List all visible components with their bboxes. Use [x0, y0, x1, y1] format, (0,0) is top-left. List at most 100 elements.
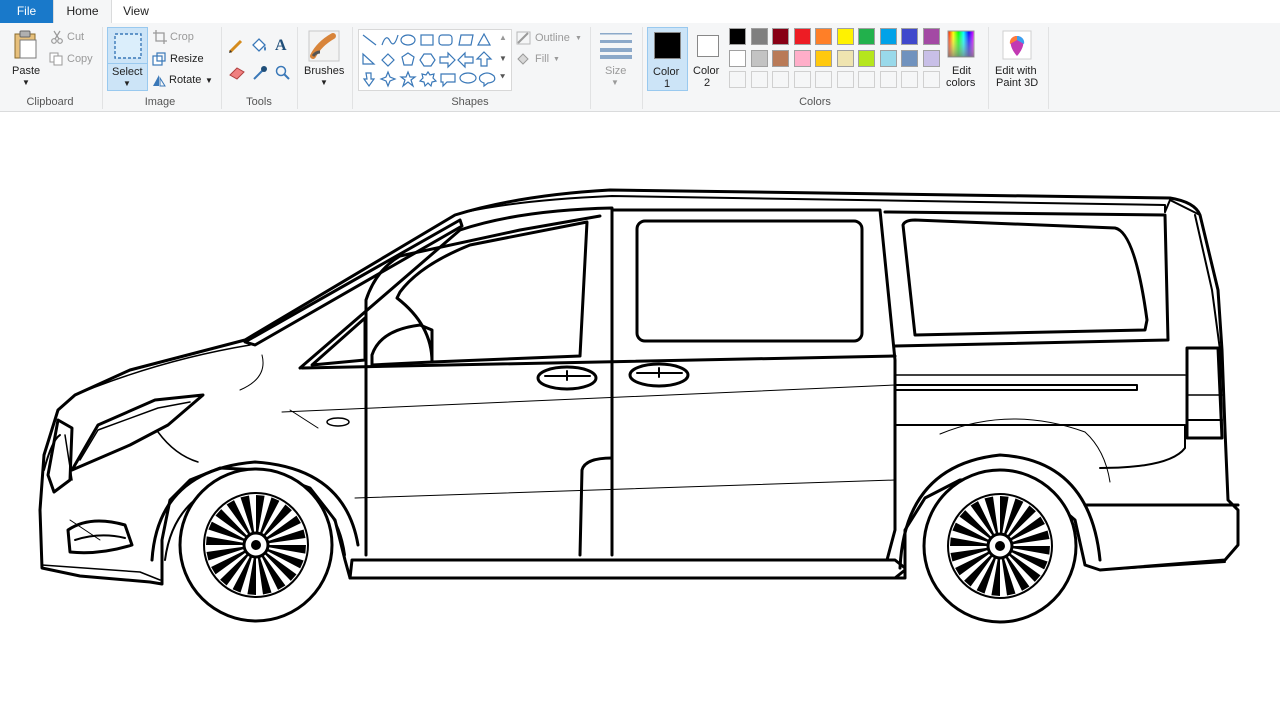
palette-swatch[interactable] — [901, 49, 918, 67]
chevron-down-icon: ▼ — [611, 78, 619, 87]
select-label: Select — [112, 66, 143, 78]
paint3d-label-2: Paint 3D — [996, 77, 1039, 89]
palette-swatch[interactable] — [901, 28, 918, 45]
separator — [352, 27, 353, 109]
color1-label: Color — [653, 66, 680, 78]
palette-swatch[interactable] — [879, 28, 897, 45]
custom-color-swatch[interactable] — [901, 71, 918, 88]
palette-swatch[interactable] — [750, 28, 768, 45]
separator — [988, 27, 989, 109]
separator — [642, 27, 643, 109]
custom-color-swatch[interactable] — [729, 71, 746, 88]
image-group-label: Image — [144, 96, 176, 108]
custom-color-swatch[interactable] — [772, 71, 789, 88]
copy-icon — [49, 52, 63, 66]
color1-number: 1 — [664, 78, 671, 90]
tab-home[interactable]: Home — [53, 0, 112, 24]
color2-button[interactable]: Color 2 — [690, 27, 726, 91]
edit-colors-button[interactable]: Edit colors — [943, 27, 981, 91]
palette-swatch[interactable] — [879, 49, 897, 67]
palette-swatch[interactable] — [772, 49, 789, 67]
pencil-icon[interactable] — [228, 38, 244, 54]
text-tool-icon[interactable]: A — [275, 37, 287, 55]
palette-swatch[interactable] — [858, 28, 875, 45]
paint3d-icon — [1002, 30, 1032, 60]
custom-color-swatch[interactable] — [879, 71, 897, 88]
tab-file[interactable]: File — [0, 0, 53, 23]
size-button[interactable]: Size ▼ — [595, 27, 637, 91]
custom-color-swatch[interactable] — [858, 71, 875, 88]
tab-view[interactable]: View — [111, 0, 161, 23]
palette-swatch[interactable] — [729, 28, 746, 45]
palette-swatch[interactable] — [815, 28, 832, 45]
separator — [221, 27, 222, 109]
chevron-down-icon[interactable]: ▼ — [499, 54, 507, 63]
color1-swatch — [654, 32, 681, 59]
front-wheel — [178, 467, 334, 623]
brushes-label: Brushes — [304, 65, 345, 77]
palette-swatch[interactable] — [836, 49, 854, 67]
clipboard-group-label: Clipboard — [26, 96, 74, 108]
palette-swatch[interactable] — [922, 49, 940, 67]
color-picker-icon[interactable] — [252, 65, 268, 81]
crop-button[interactable]: Crop — [170, 31, 194, 43]
magnifier-icon[interactable] — [275, 65, 291, 81]
color2-number: 2 — [704, 77, 711, 89]
custom-color-swatch[interactable] — [815, 71, 832, 88]
paste-button[interactable]: Paste ▼ — [6, 27, 44, 91]
color-spectrum-icon — [947, 30, 975, 58]
paste-label: Paste — [12, 65, 41, 77]
fill-icon — [517, 53, 529, 65]
custom-color-swatch[interactable] — [750, 71, 768, 88]
paint3d-label: Edit with — [995, 65, 1037, 77]
palette-swatch[interactable] — [836, 28, 854, 45]
custom-color-swatch[interactable] — [836, 71, 854, 88]
palette-swatch[interactable] — [922, 28, 940, 45]
paste-icon — [14, 30, 37, 59]
edit-with-paint3d-button[interactable]: Edit with Paint 3D — [993, 27, 1045, 91]
separator — [102, 27, 103, 109]
separator — [590, 27, 591, 109]
chevron-down-icon: ▼ — [123, 79, 131, 88]
rear-wheel — [922, 468, 1078, 624]
separator — [1048, 27, 1049, 109]
crop-icon — [153, 30, 167, 44]
ribbon-tabbar: File Home View — [0, 0, 1280, 24]
copy-button[interactable]: Copy — [67, 53, 93, 65]
chevron-down-icon: ▼ — [22, 78, 30, 87]
more-icon[interactable]: ⯆ — [499, 72, 506, 83]
cut-button[interactable]: Cut — [67, 31, 84, 43]
shapes-gallery[interactable] — [358, 29, 512, 91]
color1-button[interactable]: Color 1 — [647, 27, 688, 91]
chevron-up-icon[interactable]: ▲ — [499, 33, 507, 42]
wheel-cap — [995, 541, 1005, 551]
chevron-down-icon: ▼ — [575, 35, 582, 42]
shapes-group-label: Shapes — [451, 96, 489, 108]
rotate-button[interactable]: Rotate — [169, 74, 201, 86]
fill-bucket-icon[interactable] — [250, 38, 268, 54]
palette-swatch[interactable] — [815, 49, 832, 67]
wheel-cap — [251, 540, 261, 550]
selection-icon — [114, 33, 142, 59]
color2-swatch — [697, 35, 719, 57]
fill-button[interactable]: Fill — [535, 53, 549, 65]
drawing-canvas[interactable] — [0, 112, 1280, 720]
chevron-down-icon: ▼ — [320, 78, 328, 87]
brushes-button[interactable]: Brushes ▼ — [302, 27, 348, 91]
custom-color-swatch[interactable] — [922, 71, 940, 88]
scissors-icon — [51, 30, 63, 44]
custom-color-swatch[interactable] — [793, 71, 811, 88]
palette-swatch[interactable] — [858, 49, 875, 67]
outline-button[interactable]: Outline — [535, 32, 570, 44]
palette-swatch[interactable] — [793, 28, 811, 45]
line-size-icon — [600, 33, 632, 59]
palette-swatch[interactable] — [793, 49, 811, 67]
chevron-down-icon: ▼ — [205, 76, 213, 85]
palette-swatch[interactable] — [750, 49, 768, 67]
palette-swatch[interactable] — [772, 28, 789, 45]
separator — [297, 27, 298, 109]
select-button[interactable]: Select ▼ — [107, 27, 148, 91]
palette-swatch[interactable] — [729, 49, 746, 67]
eraser-icon[interactable] — [228, 66, 246, 80]
resize-button[interactable]: Resize — [170, 53, 204, 65]
